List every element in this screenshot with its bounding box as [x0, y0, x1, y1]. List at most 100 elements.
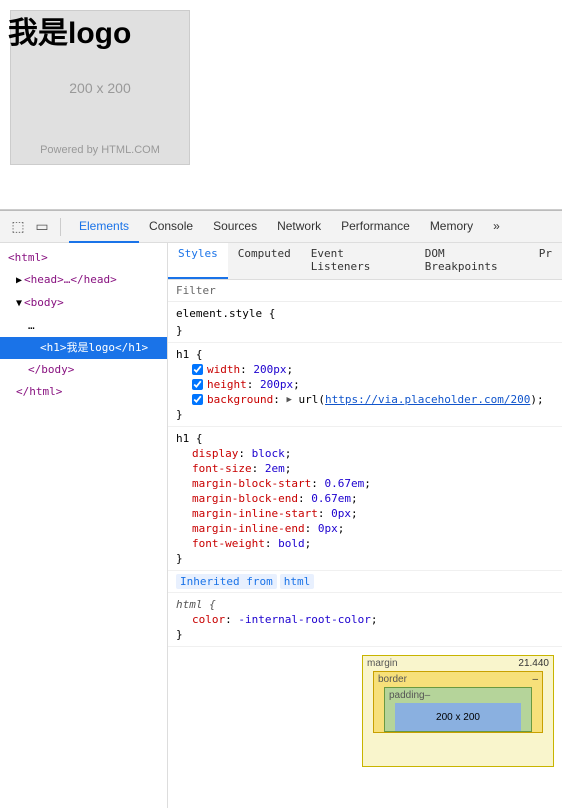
styles-content: Filter element.style { } h1 { — [168, 280, 562, 647]
display-prop: display — [192, 447, 238, 460]
h1-selector: h1 { — [176, 348, 203, 361]
margin-inline-start-line: margin-inline-start : 0px ; — [176, 506, 554, 521]
background-url[interactable]: https://via.placeholder.com/200 — [325, 393, 530, 406]
h1-width-line[interactable]: width : 200px ; — [176, 362, 554, 377]
element-style-close: } — [176, 323, 554, 338]
tab-sources[interactable]: Sources — [203, 211, 267, 243]
element-style-selector-text: element.style { — [176, 307, 275, 320]
h1-selector-line: h1 { — [176, 347, 554, 362]
margin-block-end-line: margin-block-end : 0.67em ; — [176, 491, 554, 506]
dom-node-html-close[interactable]: </html> — [0, 381, 167, 403]
background-checkbox[interactable] — [192, 394, 203, 405]
dom-node-body[interactable]: ▼<body> — [0, 292, 167, 315]
content-dimensions: 200 x 200 — [436, 712, 480, 723]
background-prop: background — [207, 393, 273, 406]
devtools-main: <html> ▶<head>…</head> ▼<body> … <h1>我是l… — [0, 243, 562, 808]
html-selector: html { — [176, 598, 216, 611]
font-size-value: 2em — [265, 462, 285, 475]
dom-node-head[interactable]: ▶<head>…</head> — [0, 269, 167, 292]
tab-console[interactable]: Console — [139, 211, 203, 243]
body-close-tag: </body> — [28, 363, 74, 376]
margin-label: margin — [367, 658, 398, 669]
color-value: -internal-root-color — [238, 613, 370, 626]
mie-value: 0px — [318, 522, 338, 535]
width-prop: width — [207, 363, 240, 376]
dom-node-body-close[interactable]: </body> — [0, 359, 167, 381]
h1-background-line[interactable]: background : ▶ url(https://via.placehold… — [176, 392, 554, 407]
html-selector-line: html { — [176, 597, 554, 612]
toolbar-divider — [60, 218, 61, 236]
subtab-event-listeners[interactable]: Event Listeners — [301, 243, 415, 279]
expand-body-icon[interactable]: ▼ — [16, 295, 22, 313]
filter-label: Filter — [176, 284, 216, 297]
mis-value: 0px — [331, 507, 351, 520]
bm-border-row: border – — [374, 672, 542, 687]
image-dimensions: 200 x 200 — [69, 80, 131, 96]
bm-margin-row: margin 21.440 — [363, 656, 553, 671]
inspect-element-icon[interactable]: ⬚ — [8, 217, 28, 237]
margin-block-start-line: margin-block-start : 0.67em ; — [176, 476, 554, 491]
device-toggle-icon[interactable]: ▭ — [32, 217, 52, 237]
font-size-prop: font-size — [192, 462, 252, 475]
mbe-value: 0.67em — [311, 492, 351, 505]
subtab-styles[interactable]: Styles — [168, 243, 228, 279]
mbe-prop: margin-block-end — [192, 492, 298, 505]
h1-ua-selector: h1 { — [176, 432, 203, 445]
tab-memory[interactable]: Memory — [420, 211, 483, 243]
tab-elements[interactable]: Elements — [69, 211, 139, 243]
h1-height-line[interactable]: height : 200px ; — [176, 377, 554, 392]
styles-subtabs: Styles Computed Event Listeners DOM Brea… — [168, 243, 562, 280]
bm-padding-box: padding– 200 x 200 — [384, 687, 532, 732]
dom-node-ellipsis[interactable]: … — [0, 315, 167, 337]
inherited-tag: html — [280, 574, 315, 589]
bm-padding-row: padding– — [385, 688, 531, 703]
css-rule-h1-ua: h1 { display : block ; font-size : 2em ; — [168, 427, 562, 571]
mbs-prop: margin-block-start — [192, 477, 311, 490]
filter-bar: Filter — [168, 280, 562, 302]
color-prop: color — [192, 613, 225, 626]
subtab-dom-breakpoints[interactable]: DOM Breakpoints — [415, 243, 529, 279]
box-model-section: margin 21.440 border – padding– — [168, 651, 562, 771]
border-value: – — [532, 674, 538, 685]
width-checkbox[interactable] — [192, 364, 203, 375]
dom-node-h1[interactable]: <h1>我是logo</h1> — [0, 337, 167, 359]
element-style-selector: element.style { — [176, 306, 554, 321]
expand-head-icon[interactable]: ▶ — [16, 272, 22, 290]
mbs-value: 0.67em — [324, 477, 364, 490]
h1-close: } — [176, 407, 554, 422]
logo-text: 我是logo — [8, 8, 131, 52]
devtools-tabs: Elements Console Sources Network Perform… — [69, 211, 554, 243]
inherited-from-text: Inherited from — [176, 574, 277, 589]
h1-ua-selector-line: h1 { — [176, 431, 554, 446]
tab-performance[interactable]: Performance — [331, 211, 420, 243]
color-line: color : -internal-root-color ; — [176, 612, 554, 627]
devtools-panel: ⬚ ▭ Elements Console Sources Network Per… — [0, 210, 562, 808]
dom-panel: <html> ▶<head>…</head> ▼<body> … <h1>我是l… — [0, 243, 168, 808]
html-close-tag: </html> — [16, 385, 62, 398]
html-rule-close: } — [176, 627, 554, 642]
styles-panel: Styles Computed Event Listeners DOM Brea… — [168, 243, 562, 808]
devtools-toolbar: ⬚ ▭ Elements Console Sources Network Per… — [0, 211, 562, 243]
css-rule-element-style: element.style { } — [168, 302, 562, 343]
ellipsis-text: … — [28, 319, 35, 332]
mie-prop: margin-inline-end — [192, 522, 305, 535]
margin-inline-end-line: margin-inline-end : 0px ; — [176, 521, 554, 536]
display-line: display : block ; — [176, 446, 554, 461]
box-model-diagram: margin 21.440 border – padding– — [362, 655, 554, 767]
head-tag: <head>…</head> — [24, 273, 117, 286]
tab-more[interactable]: » — [483, 211, 510, 243]
inherited-from-label: Inherited from html — [168, 571, 562, 593]
subtab-computed[interactable]: Computed — [228, 243, 301, 279]
width-value: 200px — [253, 363, 286, 376]
h1-tag: <h1>我是logo</h1> — [40, 341, 148, 354]
height-prop: height — [207, 378, 247, 391]
html-tag: <html> — [8, 251, 48, 264]
height-checkbox[interactable] — [192, 379, 203, 390]
subtab-properties[interactable]: Pr — [529, 243, 562, 279]
dom-node-html[interactable]: <html> — [0, 247, 167, 269]
css-rule-h1: h1 { width : 200px ; height : 200px — [168, 343, 562, 427]
h1-ua-close: } — [176, 551, 554, 566]
tab-network[interactable]: Network — [267, 211, 331, 243]
padding-label: padding– — [389, 690, 430, 701]
font-weight-line: font-weight : bold ; — [176, 536, 554, 551]
